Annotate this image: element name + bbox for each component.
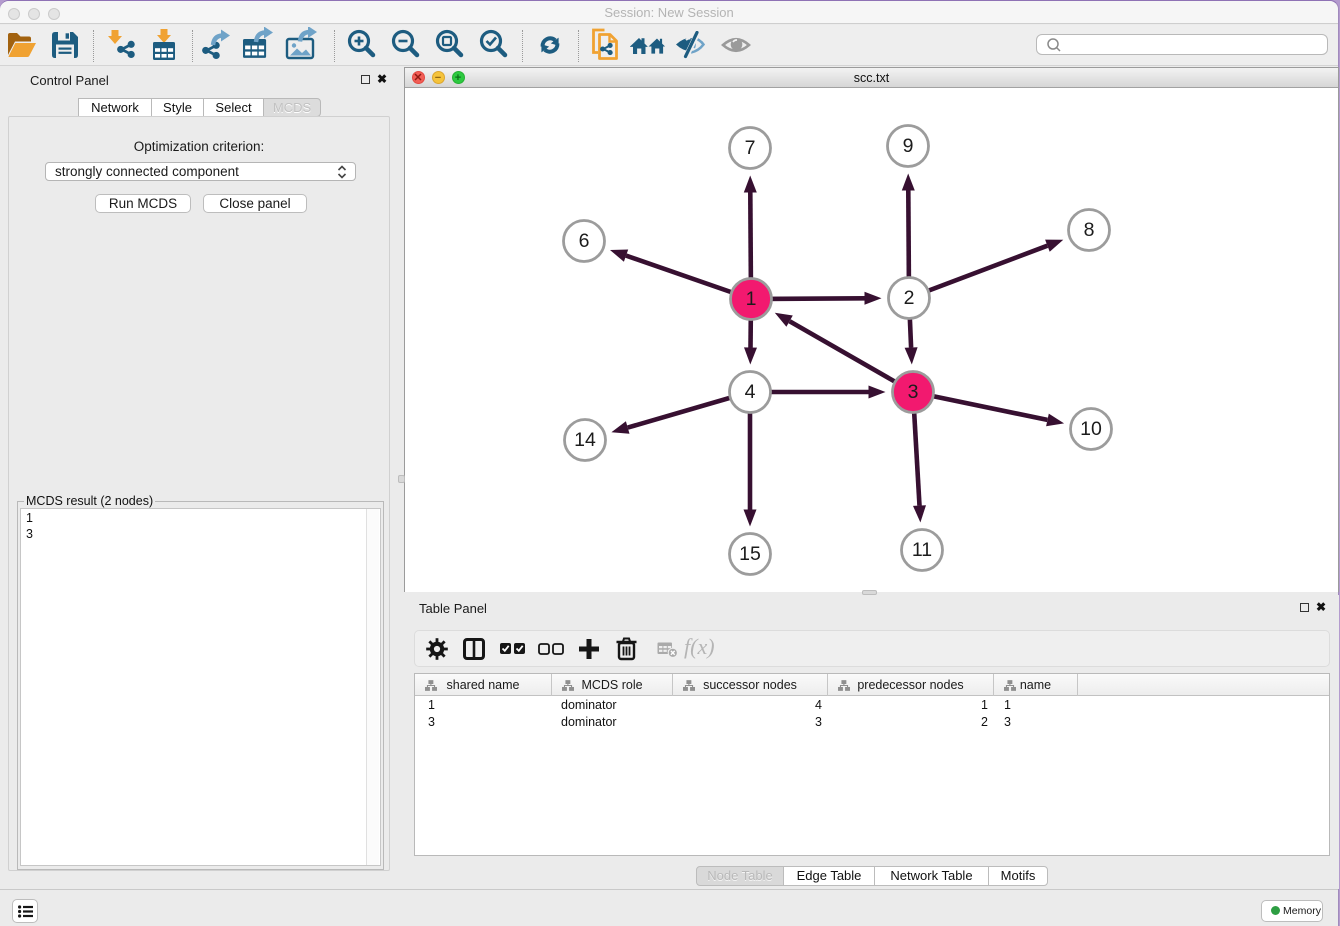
- svg-text:10: 10: [1080, 418, 1102, 440]
- svg-text:4: 4: [745, 381, 756, 403]
- svg-text:8: 8: [1084, 219, 1095, 241]
- svg-text:6: 6: [579, 230, 590, 252]
- svg-text:15: 15: [739, 543, 761, 565]
- svg-text:3: 3: [908, 381, 919, 403]
- svg-text:1: 1: [746, 288, 757, 310]
- svg-text:14: 14: [574, 429, 596, 451]
- svg-text:7: 7: [745, 137, 756, 159]
- svg-text:2: 2: [904, 287, 915, 309]
- svg-text:9: 9: [903, 135, 914, 157]
- svg-text:11: 11: [912, 539, 932, 561]
- svg-text:f(x): f(x): [684, 636, 715, 659]
